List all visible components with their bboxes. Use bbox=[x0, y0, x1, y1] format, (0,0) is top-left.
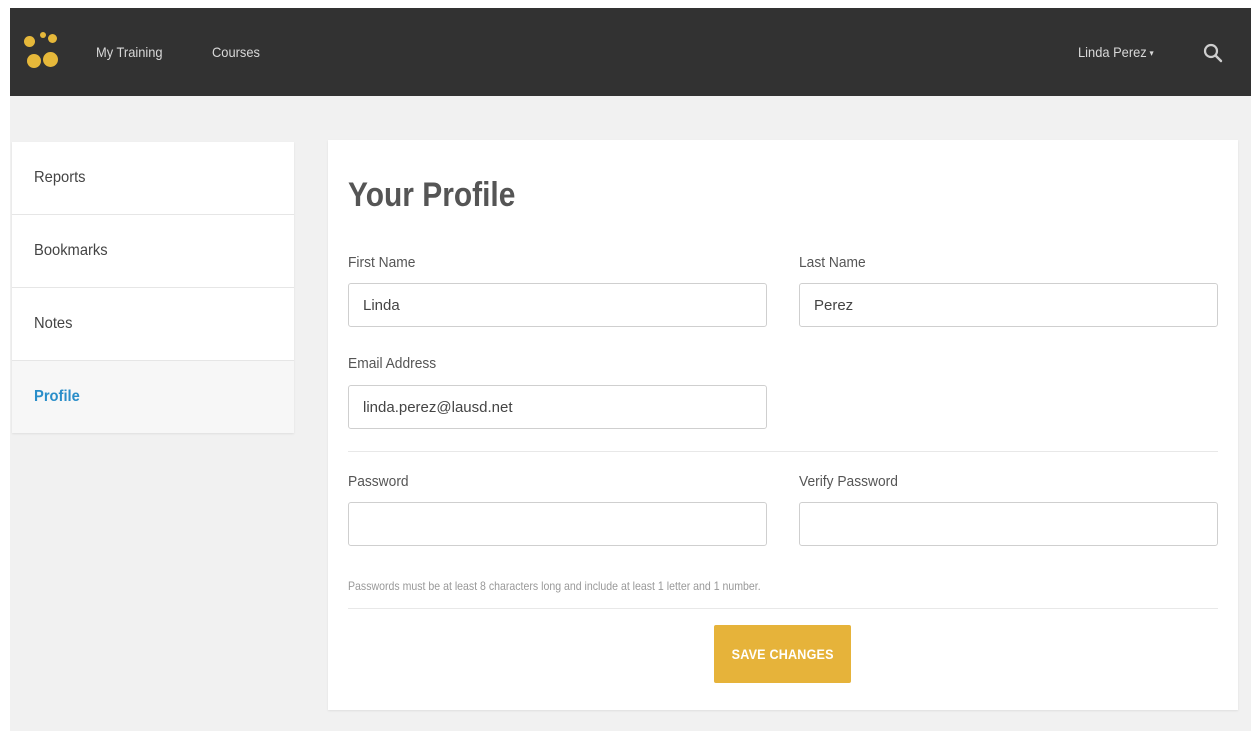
save-changes-label: SAVE CHANGES bbox=[731, 646, 834, 662]
sidebar-item-bookmarks[interactable]: Bookmarks bbox=[12, 215, 294, 288]
sidebar-item-label: Bookmarks bbox=[34, 242, 108, 259]
verify-password-label: Verify Password bbox=[799, 473, 898, 490]
section-divider bbox=[348, 608, 1218, 609]
password-hint: Passwords must be at least 8 characters … bbox=[348, 579, 761, 593]
email-label: Email Address bbox=[348, 355, 437, 372]
verify-password-field[interactable] bbox=[799, 502, 1218, 546]
sidebar-item-label: Profile bbox=[34, 388, 80, 405]
password-label: Password bbox=[348, 473, 409, 490]
save-changes-button[interactable]: SAVE CHANGES bbox=[714, 625, 851, 683]
nav-my-training[interactable]: My Training bbox=[96, 44, 163, 60]
logo-icon[interactable] bbox=[24, 32, 60, 76]
user-name: Linda Perez bbox=[1078, 44, 1147, 60]
first-name-label: First Name bbox=[348, 254, 416, 271]
search-icon[interactable] bbox=[1202, 42, 1224, 64]
last-name-field[interactable] bbox=[799, 283, 1218, 327]
email-field[interactable] bbox=[348, 385, 767, 429]
user-menu[interactable]: Linda Perez ▾ bbox=[1078, 44, 1154, 60]
sidebar-item-notes[interactable]: Notes bbox=[12, 288, 294, 361]
app-frame: My Training Courses Linda Perez ▾ Reports… bbox=[10, 8, 1251, 731]
first-name-field[interactable] bbox=[348, 283, 767, 327]
page-title: Your Profile bbox=[348, 176, 516, 214]
chevron-down-icon: ▾ bbox=[1149, 47, 1154, 58]
sidebar-item-reports[interactable]: Reports bbox=[12, 142, 294, 215]
sidebar-item-label: Notes bbox=[34, 315, 73, 332]
profile-card: Your Profile First Name Last Name Email … bbox=[328, 140, 1238, 710]
sidebar: Reports Bookmarks Notes Profile bbox=[12, 142, 294, 433]
sidebar-item-profile[interactable]: Profile bbox=[12, 361, 294, 433]
password-field[interactable] bbox=[348, 502, 767, 546]
top-navbar: My Training Courses Linda Perez ▾ bbox=[10, 8, 1251, 96]
section-divider bbox=[348, 451, 1218, 452]
last-name-label: Last Name bbox=[799, 254, 866, 271]
sidebar-item-label: Reports bbox=[34, 169, 86, 186]
nav-courses[interactable]: Courses bbox=[212, 44, 260, 60]
